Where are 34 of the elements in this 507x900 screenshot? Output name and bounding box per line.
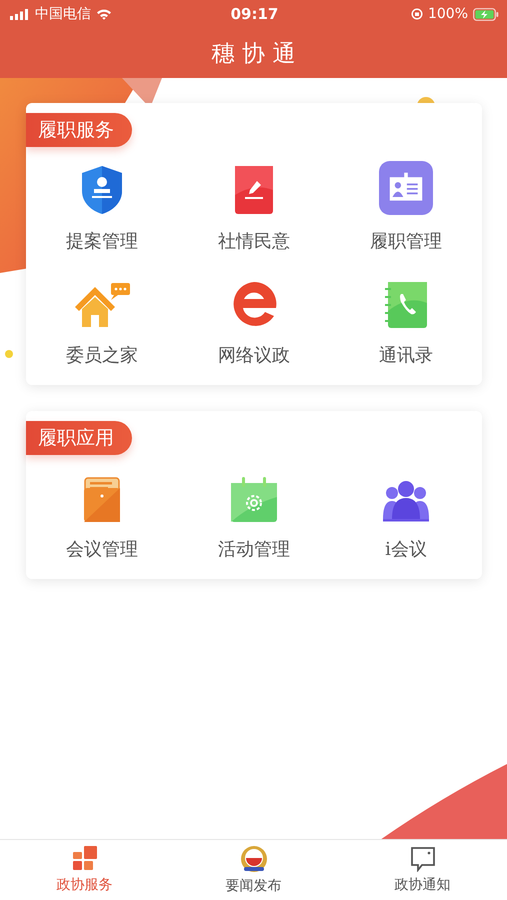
feature-label[interactable]: 会议管理 [66, 537, 138, 561]
status-time: 09:17 [230, 5, 278, 23]
signal-icon [10, 8, 30, 20]
section-title: 履职服务 [26, 113, 132, 147]
phone-book-icon[interactable] [384, 281, 428, 329]
rotation-lock-icon [410, 8, 423, 20]
battery-percent: 100% [428, 6, 468, 22]
tab-item[interactable]: 政协服务 [0, 840, 169, 900]
tab-item[interactable]: 要闻发布 [169, 840, 338, 900]
section-title: 履职应用 [26, 421, 132, 455]
group-icon[interactable] [382, 479, 430, 523]
grid-icon [72, 846, 98, 872]
folder-icon[interactable] [83, 477, 121, 523]
decorative-dot [5, 350, 13, 358]
feature-label[interactable]: 活动管理 [218, 537, 290, 561]
feature-label[interactable]: 网络议政 [218, 343, 290, 367]
feature-label[interactable]: 委员之家 [66, 343, 138, 367]
app-title: 穗 协 通 [212, 40, 296, 68]
feature-label[interactable]: 提案管理 [66, 229, 138, 253]
shield-icon[interactable] [81, 165, 123, 215]
wifi-icon [96, 8, 112, 20]
message-icon [410, 846, 436, 872]
emblem-icon [240, 845, 268, 873]
house-icon[interactable] [73, 283, 131, 329]
battery-charging-icon [473, 8, 499, 20]
carrier-name: 中国电信 [35, 5, 91, 23]
id-card-icon[interactable] [376, 161, 436, 215]
feature-label[interactable]: i会议 [385, 537, 427, 561]
feature-label[interactable]: 社情民意 [218, 229, 290, 253]
feature-label[interactable]: 通讯录 [379, 343, 433, 367]
feature-label[interactable]: 履职管理 [370, 229, 442, 253]
notebook-icon[interactable] [234, 165, 274, 215]
tab-item[interactable]: 政协通知 [338, 840, 507, 900]
calendar-gear-icon[interactable] [230, 477, 278, 523]
